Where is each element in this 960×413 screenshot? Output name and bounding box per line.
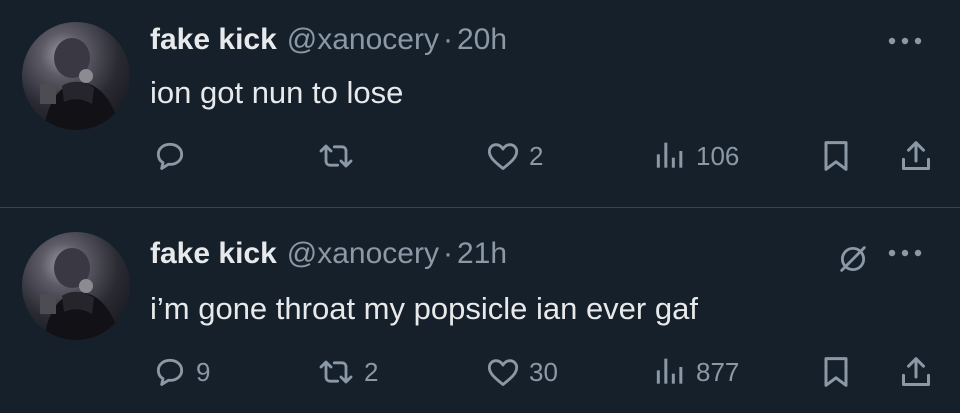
three-dots-icon (888, 249, 922, 257)
avatar[interactable] (22, 22, 130, 130)
like-count: 2 (529, 140, 544, 171)
slashed-circle-icon (840, 246, 866, 272)
reply-count: 9 (196, 356, 211, 387)
separator: · (442, 23, 453, 56)
tweet-actions: 9 2 30 877 (0, 352, 960, 392)
reply-icon (156, 358, 184, 386)
more-options-button[interactable] (880, 238, 930, 268)
avatar-photo-icon (40, 38, 120, 130)
like-button[interactable]: 30 (483, 352, 558, 392)
like-button[interactable]: 2 (483, 136, 543, 176)
like-count: 30 (529, 356, 558, 387)
views-chart-icon (656, 142, 683, 168)
author-name[interactable]: fake kick (150, 23, 277, 56)
grok-button[interactable] (836, 242, 870, 276)
author-handle[interactable]: @xanocery (287, 237, 439, 270)
views-button[interactable]: 877 (650, 352, 739, 392)
tweet-actions: 2 106 (0, 136, 960, 176)
retweet-count: 2 (364, 356, 379, 387)
avatar[interactable] (22, 232, 130, 340)
reply-icon (156, 142, 184, 170)
share-icon (902, 357, 930, 386)
share-button[interactable] (896, 352, 936, 392)
tweet-text: i’m gone throat my popsicle ian ever gaf (150, 291, 698, 326)
view-count: 106 (696, 140, 740, 171)
tweet[interactable]: fake kick @xanocery · 20h ion got nun to lo… (0, 0, 960, 208)
tweet[interactable]: fake kick @xanocery · 21h i’m gone throat m… (0, 208, 960, 413)
avatar-photo-icon (40, 248, 120, 340)
share-icon (902, 141, 930, 170)
views-button[interactable]: 106 (650, 136, 739, 176)
bookmark-button[interactable] (816, 136, 856, 176)
reply-button[interactable] (150, 136, 196, 176)
retweet-icon (319, 144, 353, 168)
separator: · (442, 237, 453, 270)
tweet-timestamp[interactable]: 21h (457, 237, 507, 270)
three-dots-icon (888, 37, 922, 45)
author-handle[interactable]: @xanocery (287, 23, 439, 56)
bookmark-icon (824, 357, 848, 387)
bookmark-button[interactable] (816, 352, 856, 392)
retweet-icon (319, 360, 353, 384)
share-button[interactable] (896, 136, 936, 176)
retweet-button[interactable]: 2 (314, 352, 378, 392)
heart-icon (487, 359, 519, 386)
reply-button[interactable]: 9 (150, 352, 210, 392)
views-chart-icon (656, 358, 683, 384)
author-name[interactable]: fake kick (150, 237, 277, 270)
tweet-timestamp[interactable]: 20h (457, 23, 507, 56)
retweet-button[interactable] (314, 136, 364, 176)
heart-icon (487, 143, 519, 170)
view-count: 877 (696, 356, 740, 387)
bookmark-icon (824, 141, 848, 171)
tweet-text: ion got nun to lose (150, 75, 404, 110)
more-options-button[interactable] (880, 26, 930, 56)
